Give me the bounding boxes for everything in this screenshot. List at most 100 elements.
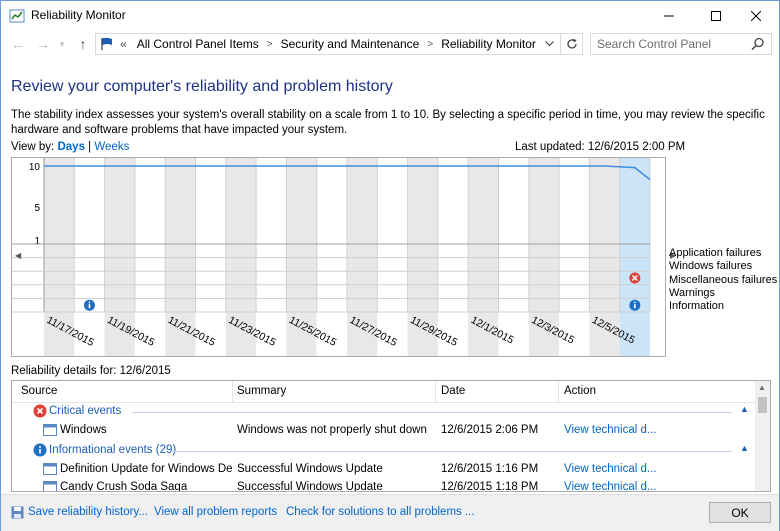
chart-column — [316, 158, 347, 356]
cell-source: Windows — [60, 424, 107, 436]
navigation-bar: ← → ▾ ↑ « All Control Panel Items > Secu… — [1, 30, 779, 58]
stability-chart-canvas[interactable]: 105111/17/2015 11/19/2015 11/21/2015 11/23/… — [12, 158, 665, 356]
y-axis-tick-label: 10 — [29, 162, 41, 173]
breadcrumb-reliability-monitor[interactable]: Reliability Monitor — [441, 37, 536, 51]
column-header-date[interactable]: Date — [441, 385, 465, 397]
breadcrumb-security-and-maintenance[interactable]: Security and Maintenance — [281, 37, 420, 51]
footer-bar: Save reliability history... View all pro… — [1, 494, 779, 531]
application-window-icon — [43, 463, 57, 475]
cell-source: Definition Update for Windows Def... — [60, 463, 232, 475]
legend-warnings: Warnings — [669, 286, 716, 299]
save-reliability-history-link[interactable]: Save reliability history... — [28, 506, 148, 518]
group-header-informational-events[interactable]: Informational events (29) ▲ — [12, 441, 757, 460]
search-input[interactable] — [597, 34, 747, 54]
group-header-critical-events[interactable]: Critical events ▲ — [12, 402, 757, 421]
table-row[interactable]: Definition Update for Windows Def... Suc… — [12, 460, 757, 479]
breadcrumb-overflow[interactable]: « — [120, 37, 127, 51]
address-bar[interactable]: « All Control Panel Items > Security and… — [95, 33, 583, 55]
breadcrumb-separator-icon[interactable]: > — [267, 39, 273, 50]
chart-column — [619, 158, 650, 356]
legend-miscellaneous-failures: Miscellaneous failures — [669, 273, 778, 286]
column-divider[interactable] — [558, 381, 559, 403]
minimize-icon — [664, 15, 674, 16]
y-axis-tick-label: 1 — [34, 236, 40, 247]
info-icon — [33, 443, 47, 457]
page-description: The stability index assesses your system… — [11, 109, 765, 136]
recent-locations-button[interactable]: ▾ — [53, 35, 71, 53]
table-row[interactable]: Windows Windows was not properly shut do… — [12, 421, 757, 440]
minimize-button[interactable] — [646, 1, 692, 30]
breadcrumb-all-control-panel-items[interactable]: All Control Panel Items — [137, 37, 259, 51]
view-by-selector: View by: Days | Weeks — [11, 141, 129, 153]
check-for-solutions-link[interactable]: Check for solutions to all problems ... — [286, 506, 475, 518]
view-by-days-link[interactable]: Days — [57, 141, 85, 153]
reliability-details-table: ^ Source Summary Date Action Critical ev… — [11, 380, 771, 492]
address-history-dropdown[interactable] — [541, 36, 557, 52]
search-box[interactable] — [590, 33, 772, 55]
column-header-action[interactable]: Action — [564, 385, 596, 397]
forward-arrow-icon: → — [36, 36, 50, 52]
group-title: Critical events — [49, 405, 122, 417]
back-button[interactable]: ← — [9, 35, 27, 53]
table-vertical-scrollbar[interactable]: ▲ — [755, 381, 770, 491]
info-icon-mark — [633, 301, 636, 304]
chart-scroll-left-arrow-icon[interactable]: ◀ — [15, 251, 21, 260]
table-row[interactable]: Candy Crush Soda Saga Successful Windows… — [12, 478, 757, 492]
scroll-up-arrow-icon[interactable]: ▲ — [758, 383, 766, 392]
chart-column — [256, 158, 287, 356]
stability-chart[interactable]: 10 5 1 11/17/2015 11/19/2015 11/21/2015 11/23/… — [11, 157, 666, 357]
up-arrow-icon: ↑ — [79, 36, 87, 52]
close-button[interactable] — [733, 1, 779, 30]
cell-source: Candy Crush Soda Saga — [60, 481, 188, 492]
last-updated-text: Last updated: 12/6/2015 2:00 PM — [515, 141, 686, 153]
refresh-icon — [566, 38, 577, 49]
info-icon-mark — [88, 301, 91, 304]
view-technical-details-link[interactable]: View technical d... — [564, 424, 656, 436]
chart-column — [498, 158, 529, 356]
chart-row-legend: Application failures Windows failures Mi… — [669, 247, 777, 313]
legend-application-failures: Application failures — [669, 247, 762, 259]
table-header: ^ Source Summary Date Action — [12, 381, 757, 403]
column-header-summary[interactable]: Summary — [237, 385, 286, 397]
chart-column — [437, 158, 469, 356]
view-by-separator: | — [88, 141, 92, 153]
ok-button[interactable]: OK — [709, 502, 771, 523]
group-divider — [132, 412, 732, 413]
info-icon-mark — [634, 304, 636, 309]
title-bar: Reliability Monitor — [1, 1, 779, 30]
legend-information: Information — [669, 300, 725, 313]
cell-summary: Successful Windows Update — [237, 463, 383, 475]
y-axis-tick-label: 5 — [34, 203, 40, 214]
maximize-icon — [711, 10, 721, 21]
chart-column — [377, 158, 408, 356]
close-icon — [751, 10, 761, 21]
view-technical-details-link[interactable]: View technical d... — [564, 463, 656, 475]
column-divider[interactable] — [232, 381, 233, 403]
sort-caret-icon: ^ — [494, 381, 498, 384]
page-title: Review your computer's reliability and p… — [11, 78, 393, 95]
forward-button[interactable]: → — [34, 35, 52, 53]
chevron-down-icon — [544, 41, 554, 47]
collapse-chevron-icon[interactable]: ▲ — [740, 443, 749, 453]
column-divider[interactable] — [435, 381, 436, 403]
collapse-chevron-icon[interactable]: ▲ — [740, 404, 749, 414]
back-arrow-icon: ← — [11, 36, 25, 52]
view-technical-details-link[interactable]: View technical d... — [564, 481, 656, 491]
save-disk-icon — [11, 506, 24, 519]
group-title: Informational events (29) — [49, 444, 177, 456]
cell-date: 12/6/2015 1:18 PM — [441, 481, 539, 492]
search-icon[interactable] — [751, 37, 765, 51]
cell-date: 12/6/2015 2:06 PM — [441, 424, 539, 436]
cell-date: 12/6/2015 1:16 PM — [441, 463, 539, 475]
view-by-weeks-link[interactable]: Weeks — [94, 141, 129, 153]
scrollbar-thumb[interactable] — [758, 397, 767, 413]
info-icon-mark — [88, 304, 91, 309]
chart-column — [195, 158, 226, 356]
refresh-button[interactable] — [560, 34, 582, 54]
breadcrumb-separator-icon[interactable]: > — [427, 39, 433, 50]
up-button[interactable]: ↑ — [74, 35, 92, 53]
error-icon — [33, 404, 47, 418]
application-window-icon — [43, 424, 57, 436]
column-header-source[interactable]: Source — [21, 385, 57, 397]
view-all-problem-reports-link[interactable]: View all problem reports — [154, 506, 277, 518]
